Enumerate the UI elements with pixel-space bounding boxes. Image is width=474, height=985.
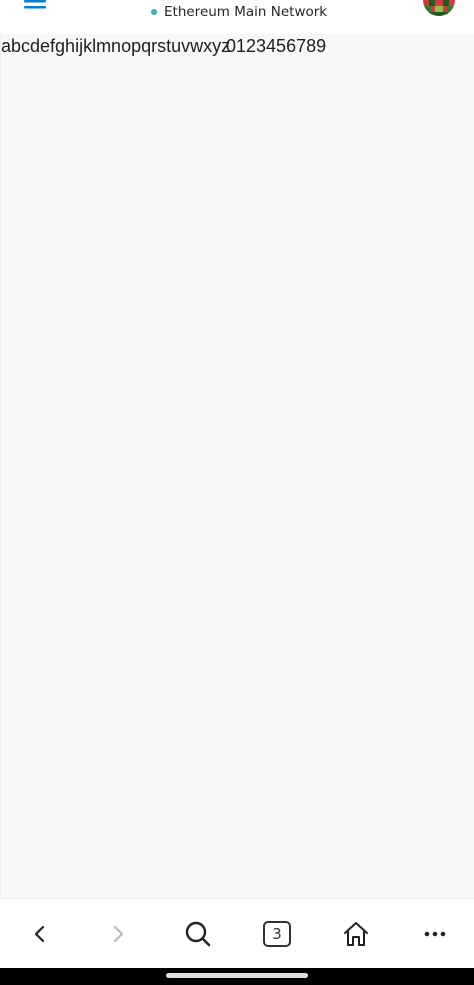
tabs-count: 3	[272, 925, 282, 943]
app-header: Ethereum Main Network	[0, 0, 474, 34]
tabs-icon: 3	[263, 921, 291, 947]
digits-text: 0123456789	[226, 36, 327, 56]
network-name: Ethereum Main Network	[164, 4, 328, 20]
hamburger-menu-icon	[24, 0, 46, 9]
browser-bottom-nav: 3	[0, 898, 474, 968]
tabs-button[interactable]: 3	[247, 899, 307, 969]
home-icon	[344, 922, 368, 946]
webview-content: abcdefghijklmnopqrstuvwxyz 0123456789	[0, 34, 474, 898]
browser-screen: Ethereum Main Network abcdefghijklmnopqr…	[0, 0, 474, 985]
search-button[interactable]	[168, 899, 228, 969]
identicon-avatar	[423, 0, 455, 16]
search-icon	[185, 921, 211, 947]
more-options-icon	[424, 931, 446, 937]
back-button[interactable]	[10, 899, 70, 969]
hamburger-menu-button[interactable]	[22, 0, 52, 12]
gesture-handle[interactable]	[166, 973, 308, 978]
system-navigation-bar	[0, 968, 474, 985]
alphabet-text: abcdefghijklmnopqrstuvwxyz	[1, 36, 231, 56]
network-status-dot	[151, 9, 157, 15]
more-options-button[interactable]	[405, 899, 465, 969]
network-selector[interactable]: Ethereum Main Network	[151, 1, 327, 23]
account-avatar[interactable]	[423, 0, 455, 16]
home-button[interactable]	[326, 899, 386, 969]
forward-button[interactable]	[88, 899, 148, 969]
chevron-right-icon	[114, 926, 123, 942]
chevron-left-icon	[34, 925, 45, 943]
